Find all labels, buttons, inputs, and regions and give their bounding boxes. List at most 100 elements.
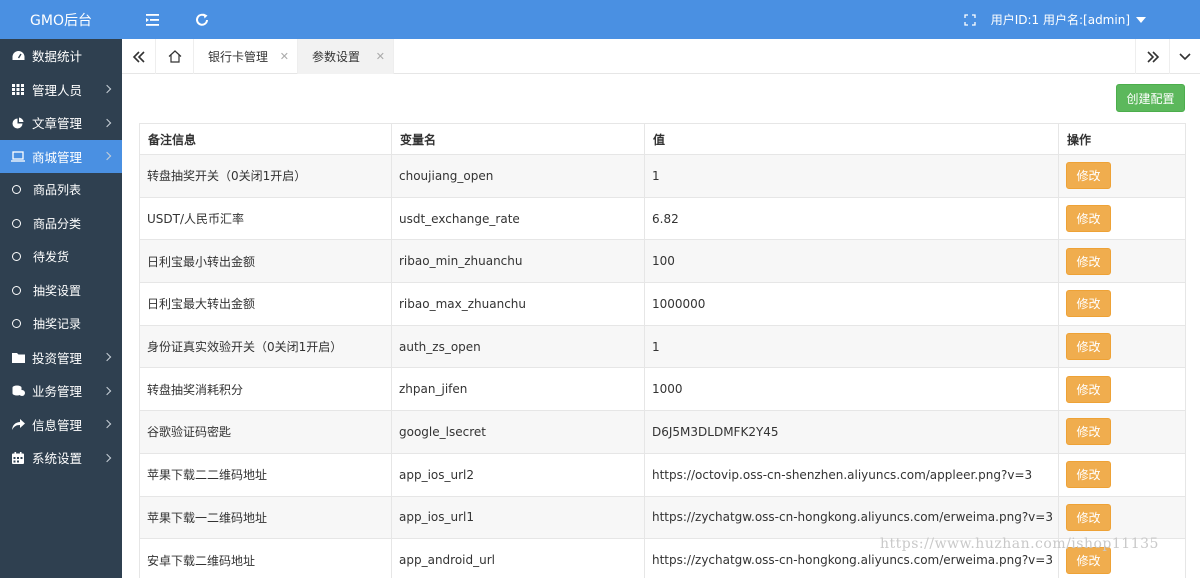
- tab-parameter-settings[interactable]: 参数设置 ✕: [298, 39, 394, 74]
- menu-toggle-icon[interactable]: [140, 0, 168, 39]
- table-row: 谷歌验证码密匙 google_lsecret D6J5M3DLDMFK2Y45 修改: [139, 410, 1186, 454]
- edit-button[interactable]: 修改: [1066, 333, 1111, 361]
- cell-variable: google_lsecret: [391, 410, 645, 454]
- chevron-right-icon: [102, 453, 112, 462]
- cell-variable: usdt_exchange_rate: [391, 196, 645, 241]
- cell-variable: zhpan_jifen: [391, 367, 645, 412]
- scroll-tabs-right-button[interactable]: [1135, 39, 1169, 74]
- table-row: 日利宝最小转出金额 ribao_min_zhuanchu 100 修改: [139, 239, 1186, 284]
- tab-close-icon[interactable]: ✕: [376, 50, 385, 63]
- watermark-text: https://www.huzhan.com/ishop11135: [880, 536, 1159, 552]
- cell-note: 转盘抽奖消耗积分: [139, 367, 392, 412]
- sidebar-item[interactable]: 数据统计: [0, 39, 122, 73]
- cell-value: 6.82: [644, 196, 1059, 241]
- cell-note: 苹果下载一二维码地址: [139, 495, 392, 540]
- top-header: 用户ID:1 用户名:[admin]: [122, 0, 1200, 39]
- table-body: 转盘抽奖开关（0关闭1开启） choujiang_open 1 修改 USDT/人民币汇…: [139, 154, 1186, 578]
- home-tab-icon[interactable]: [156, 39, 194, 74]
- edit-button[interactable]: 修改: [1066, 375, 1111, 403]
- user-label: 用户ID:1 用户名:[admin]: [990, 13, 1130, 27]
- sidebar-item-label: 管理人员: [32, 82, 83, 98]
- cell-variable: ribao_min_zhuanchu: [391, 239, 645, 284]
- circle-icon: [12, 319, 21, 329]
- tab-bank-card[interactable]: 银行卡管理 ✕: [194, 39, 298, 74]
- sidebar-item-label: 信息管理: [32, 417, 83, 433]
- chevron-right-icon: [102, 386, 112, 395]
- cell-action: 修改: [1058, 154, 1186, 198]
- cell-note: 身份证真实效验开关（0关闭1开启）: [139, 324, 392, 369]
- sidebar-item-label: 数据统计: [32, 49, 83, 65]
- edit-button[interactable]: 修改: [1066, 162, 1111, 190]
- chevron-right-icon: [102, 85, 112, 94]
- create-config-button[interactable]: 创建配置: [1116, 84, 1185, 112]
- sidebar-item[interactable]: 系统设置: [0, 441, 122, 475]
- table-row: 身份证真实效验开关（0关闭1开启） auth_zs_open 1 修改: [139, 324, 1186, 369]
- circle-icon: [12, 185, 21, 195]
- tab-label: 银行卡管理: [208, 50, 269, 64]
- cell-action: 修改: [1058, 410, 1186, 454]
- sidebar-subitem[interactable]: 商品分类: [0, 207, 122, 241]
- config-table: 备注信息 变量名 值 操作 转盘抽奖开关（0关闭1开启） choujiang_op…: [139, 123, 1186, 578]
- refresh-icon[interactable]: [188, 0, 216, 39]
- cell-action: 修改: [1058, 239, 1186, 284]
- sidebar-subitem[interactable]: 商品列表: [0, 173, 122, 207]
- sidebar-subitem-label: 抽奖记录: [33, 317, 82, 332]
- cell-variable: app_ios_url1: [391, 495, 645, 540]
- edit-button[interactable]: 修改: [1066, 290, 1111, 318]
- cell-variable: ribao_max_zhuanchu: [391, 282, 645, 326]
- column-header-variable: 变量名: [391, 123, 645, 155]
- table-row: 苹果下载一二维码地址 app_ios_url1 https://zychatgw.o…: [139, 495, 1186, 540]
- table-row: 转盘抽奖开关（0关闭1开启） choujiang_open 1 修改: [139, 154, 1186, 198]
- cell-note: 苹果下载二二维码地址: [139, 452, 392, 497]
- sidebar-item-label: 文章管理: [32, 116, 83, 132]
- chevron-right-icon: [102, 152, 112, 161]
- sidebar-item[interactable]: 管理人员: [0, 73, 122, 107]
- sidebar-item[interactable]: 业务管理: [0, 374, 122, 408]
- edit-button[interactable]: 修改: [1066, 418, 1111, 446]
- edit-button[interactable]: 修改: [1066, 461, 1111, 489]
- edit-button[interactable]: 修改: [1066, 205, 1111, 233]
- grid-icon: [10, 83, 26, 95]
- cell-note: 日利宝最大转出金额: [139, 282, 392, 326]
- column-header-note: 备注信息: [139, 123, 392, 155]
- table-row: USDT/人民币汇率 usdt_exchange_rate 6.82 修改: [139, 196, 1186, 241]
- cell-variable: auth_zs_open: [391, 324, 645, 369]
- caret-down-icon: [1136, 16, 1146, 23]
- app-logo-title: GMO后台: [0, 0, 122, 39]
- sidebar-item[interactable]: 信息管理: [0, 408, 122, 442]
- sidebar: GMO后台 数据统计管理人员文章管理商城管理商品列表商品分类待发货抽奖设置抽奖记…: [0, 0, 122, 578]
- sidebar-item[interactable]: 商城管理: [0, 139, 122, 173]
- tab-bar: 银行卡管理 ✕ 参数设置 ✕: [122, 39, 1200, 74]
- sidebar-subitem[interactable]: 抽奖设置: [0, 274, 122, 308]
- cell-value: 1: [644, 324, 1059, 369]
- tab-close-icon[interactable]: ✕: [280, 50, 289, 63]
- sidebar-subitem[interactable]: 抽奖记录: [0, 307, 122, 341]
- cell-action: 修改: [1058, 495, 1186, 540]
- sidebar-subitem-label: 商品列表: [33, 183, 82, 198]
- sidebar-subitem[interactable]: 待发货: [0, 240, 122, 274]
- cell-note: USDT/人民币汇率: [139, 196, 392, 241]
- scroll-tabs-left-button[interactable]: [122, 39, 156, 74]
- table-row: 苹果下载二二维码地址 app_ios_url2 https://octovip.os…: [139, 452, 1186, 497]
- sidebar-nav: 数据统计管理人员文章管理商城管理商品列表商品分类待发货抽奖设置抽奖记录投资管理业…: [0, 39, 122, 475]
- chevron-right-icon: [102, 420, 112, 429]
- chevron-right-icon: [102, 353, 112, 362]
- share-icon: [10, 418, 26, 430]
- cell-action: 修改: [1058, 196, 1186, 241]
- cell-value: 1000000: [644, 282, 1059, 326]
- sidebar-item[interactable]: 投资管理: [0, 341, 122, 375]
- sidebar-item-label: 投资管理: [32, 350, 83, 366]
- cell-value: https://octovip.oss-cn-shenzhen.aliyuncs…: [644, 452, 1059, 497]
- circle-icon: [12, 218, 21, 228]
- edit-button[interactable]: 修改: [1066, 503, 1111, 531]
- user-menu[interactable]: 用户ID:1 用户名:[admin]: [991, 0, 1146, 39]
- sidebar-subitem-label: 商品分类: [33, 216, 82, 231]
- sidebar-item[interactable]: 文章管理: [0, 106, 122, 140]
- edit-button[interactable]: 修改: [1066, 247, 1111, 275]
- column-header-action: 操作: [1058, 123, 1186, 155]
- tab-options-dropdown[interactable]: [1169, 39, 1200, 74]
- fullscreen-icon[interactable]: [958, 0, 982, 39]
- chevron-right-icon: [102, 118, 112, 127]
- cell-value: https://zychatgw.oss-cn-hongkong.aliyunc…: [644, 495, 1059, 540]
- sidebar-subitem-label: 抽奖设置: [33, 283, 82, 298]
